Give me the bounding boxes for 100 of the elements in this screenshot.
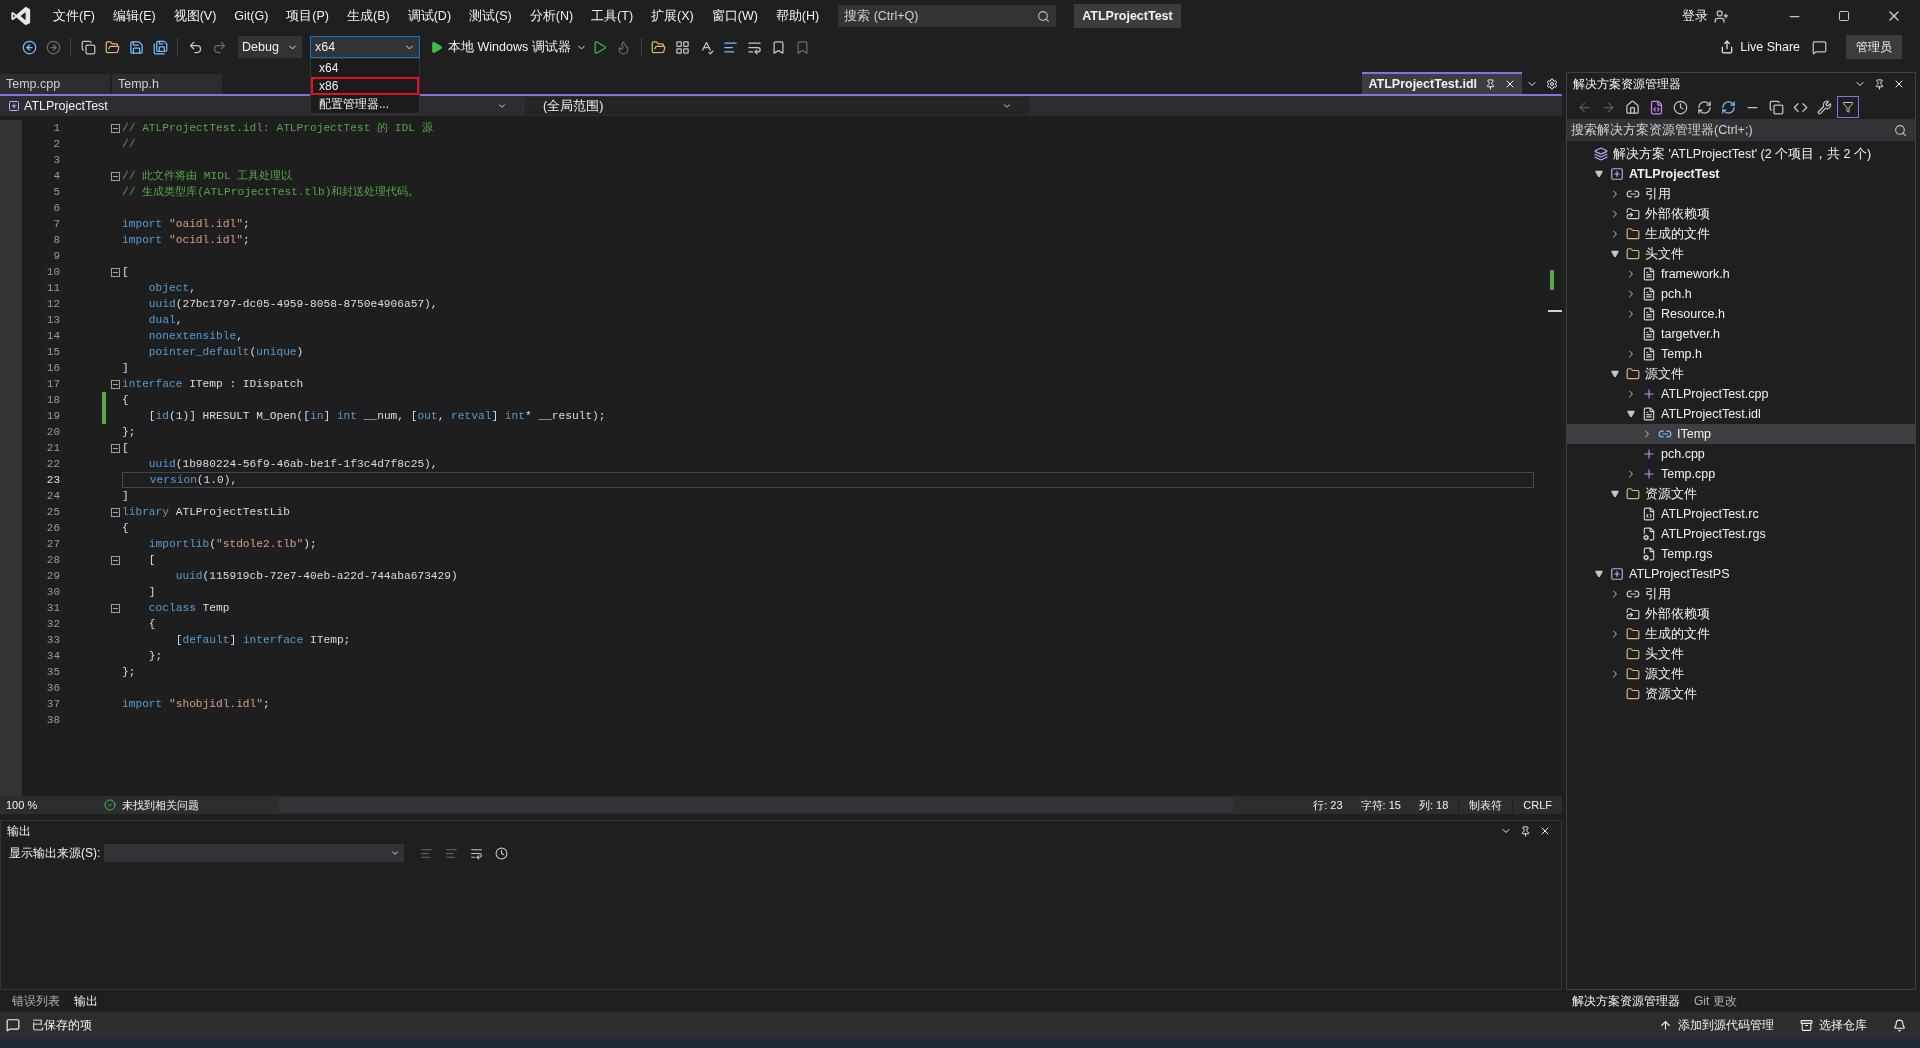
scope-dropdown[interactable]: (全局范围) <box>525 97 1030 115</box>
tree-item[interactable]: ATLProjectTest <box>1567 164 1915 184</box>
tree-item[interactable]: 源文件 <box>1567 664 1915 684</box>
fold-toggle[interactable] <box>110 443 120 453</box>
align-icon[interactable] <box>445 846 459 860</box>
settings-icon[interactable] <box>1546 78 1558 90</box>
tree-item[interactable]: 解决方案 'ATLProjectTest' (2 个项目，共 2 个) <box>1567 144 1915 164</box>
menu-item[interactable]: 工具(T) <box>582 6 643 26</box>
tree-item[interactable]: ATLProjectTest.cpp <box>1567 384 1915 404</box>
source-control-button[interactable]: 添加到源代码管理 <box>1678 1016 1774 1034</box>
restore-icon[interactable] <box>1838 10 1850 22</box>
plus-icon <box>1642 387 1656 401</box>
expanded-arrow-icon[interactable] <box>1611 250 1619 258</box>
expanded-arrow-icon[interactable] <box>1627 410 1635 418</box>
expanded-arrow-icon[interactable] <box>1595 570 1603 578</box>
menu-item[interactable]: 文件(F) <box>44 6 104 26</box>
menu-item[interactable]: 生成(B) <box>338 6 399 26</box>
expanded-arrow-icon[interactable] <box>1595 170 1603 178</box>
document-tab[interactable]: Temp.cpp <box>0 74 110 94</box>
menu-item[interactable]: 窗口(W) <box>702 6 767 26</box>
tree-item[interactable]: pch.cpp <box>1567 444 1915 464</box>
file-icon <box>1642 267 1656 281</box>
tree-item[interactable]: ATLProjectTestPS <box>1567 564 1915 584</box>
configuration-dropdown[interactable]: Debug <box>238 36 302 58</box>
fold-toggle[interactable] <box>110 379 120 389</box>
fold-toggle[interactable] <box>110 507 120 517</box>
expanded-arrow-icon[interactable] <box>1611 490 1619 498</box>
tree-item[interactable]: 外部依赖项 <box>1567 204 1915 224</box>
code-line: ] <box>122 360 129 376</box>
menu-item[interactable]: 扩展(X) <box>642 6 703 26</box>
preview-toggle[interactable] <box>1837 96 1859 118</box>
issues-status[interactable]: 未找到相关问题 <box>122 796 199 814</box>
tree-item[interactable]: framework.h <box>1567 264 1915 284</box>
fold-toggle[interactable] <box>110 123 120 133</box>
pin-icon[interactable] <box>1874 78 1885 90</box>
menu-item[interactable]: 调试(D) <box>398 6 461 26</box>
fold-toggle[interactable] <box>110 171 120 181</box>
caret-icon <box>390 848 401 858</box>
start-debugger-button[interactable]: 本地 Windows 调试器 <box>430 37 587 57</box>
tree-item[interactable]: targetver.h <box>1567 324 1915 344</box>
tree-item[interactable]: ATLProjectTest.rgs <box>1567 524 1915 544</box>
tree-item[interactable]: 生成的文件 <box>1567 224 1915 244</box>
tree-item[interactable]: 外部依赖项 <box>1567 604 1915 624</box>
close-icon[interactable] <box>1539 825 1551 837</box>
document-tab[interactable]: ATLProjectTest.idl <box>1362 72 1522 94</box>
menu-item[interactable]: 项目(P) <box>277 6 338 26</box>
tree-item[interactable]: pch.h <box>1567 284 1915 304</box>
menu-item[interactable]: Git(G) <box>225 6 278 26</box>
tree-item[interactable]: ATLProjectTest.idl <box>1567 404 1915 424</box>
clock-icon[interactable] <box>495 846 509 860</box>
pin-icon[interactable] <box>1485 78 1496 90</box>
tree-item[interactable]: ATLProjectTest.rc <box>1567 504 1915 524</box>
indent-status[interactable]: 制表符 <box>1458 796 1513 814</box>
tree-item[interactable]: Temp.cpp <box>1567 464 1915 484</box>
menu-item[interactable]: 编辑(E) <box>103 6 165 26</box>
tree-item[interactable]: 引用 <box>1567 584 1915 604</box>
tree-item[interactable]: 头文件 <box>1567 644 1915 664</box>
menu-option[interactable]: x86 <box>311 77 419 95</box>
admin-button[interactable]: 管理员 <box>1846 35 1902 59</box>
zoom-dropdown[interactable]: 100 % <box>0 796 60 814</box>
panel-tab[interactable]: Git 更改 <box>1688 991 1743 1011</box>
tree-item[interactable]: Temp.rgs <box>1567 544 1915 564</box>
tree-item[interactable]: Resource.h <box>1567 304 1915 324</box>
wrap-icon[interactable] <box>470 846 484 860</box>
line-ending-status[interactable]: CRLF <box>1512 796 1562 814</box>
close-icon[interactable] <box>1504 78 1516 90</box>
tree-item[interactable]: ITemp <box>1567 424 1915 444</box>
sign-in-link[interactable]: 登录 <box>1682 6 1708 26</box>
align-icon[interactable] <box>420 846 434 860</box>
tree-item[interactable]: 引用 <box>1567 184 1915 204</box>
line-number: 23 <box>45 472 60 488</box>
fold-toggle[interactable] <box>110 555 120 565</box>
search-field[interactable]: 搜索解决方案资源管理器(Ctrl+;) <box>1567 119 1915 141</box>
menu-item[interactable]: 测试(S) <box>460 6 521 26</box>
menu-item[interactable]: 分析(N) <box>520 6 583 26</box>
account-icon[interactable] <box>1714 8 1729 24</box>
search-field[interactable]: 搜索 (Ctrl+Q) <box>838 5 1057 27</box>
repository-button[interactable]: 选择仓库 <box>1819 1016 1867 1034</box>
tree-item[interactable]: 头文件 <box>1567 244 1915 264</box>
tree-item[interactable]: Temp.h <box>1567 344 1915 364</box>
fold-toggle[interactable] <box>110 267 120 277</box>
document-tab[interactable]: Temp.h <box>112 74 222 94</box>
menu-option[interactable]: 配置管理器... <box>311 95 419 113</box>
expanded-arrow-icon[interactable] <box>1611 370 1619 378</box>
panel-tab[interactable]: 错误列表 <box>6 991 66 1011</box>
fold-toggle[interactable] <box>110 603 120 613</box>
tree-item[interactable]: 资源文件 <box>1567 484 1915 504</box>
code-line: uuid(27bc1797-dc05-4959-8058-8750e4906a57), <box>147 296 438 312</box>
menu-item[interactable]: 视图(V) <box>164 6 226 26</box>
tree-item[interactable]: 源文件 <box>1567 364 1915 384</box>
tree-item[interactable]: 资源文件 <box>1567 684 1915 704</box>
menu-option[interactable]: x64 <box>311 59 419 77</box>
tree-item[interactable]: 生成的文件 <box>1567 624 1915 644</box>
pin-icon[interactable] <box>1520 825 1531 837</box>
close-icon[interactable] <box>1893 78 1905 90</box>
notification-icon[interactable] <box>6 1018 20 1032</box>
live-share-button[interactable]: Live Share <box>1714 37 1806 57</box>
menu-item[interactable]: 帮助(H) <box>766 6 829 26</box>
bell-icon[interactable] <box>1893 1018 1906 1032</box>
platform-dropdown[interactable]: x64 <box>310 36 420 58</box>
